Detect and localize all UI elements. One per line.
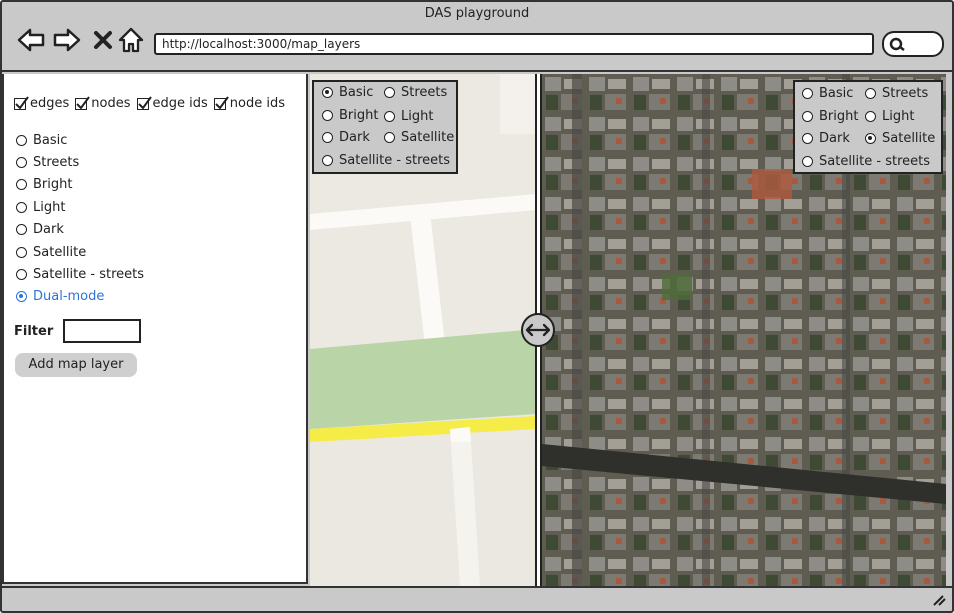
radio-bright[interactable]: Bright <box>16 174 144 196</box>
left-radio-light[interactable]: Light <box>384 109 433 124</box>
radio-streets[interactable]: Streets <box>16 151 144 173</box>
checkbox-edge-ids[interactable]: edge ids <box>136 95 208 111</box>
filter-input[interactable] <box>63 319 142 343</box>
search-field[interactable] <box>882 31 944 57</box>
layer-toggles: edges nodes edge ids node ids <box>14 95 285 111</box>
add-map-layer-button[interactable]: Add map layer <box>15 353 137 377</box>
filter-label: Filter <box>14 323 54 339</box>
resize-grip-icon[interactable] <box>932 594 946 610</box>
back-arrow-icon[interactable] <box>16 26 46 54</box>
filter-row: Filter <box>14 319 142 343</box>
radio-label: Dark <box>339 130 370 145</box>
right-radio-satellite-streets[interactable]: Satellite - streets <box>802 154 930 169</box>
radio-label: Streets <box>401 85 448 100</box>
radio-label: Satellite - streets <box>819 154 930 169</box>
radio-label: Satellite <box>401 130 455 145</box>
radio-label: Satellite <box>33 244 87 260</box>
status-bar-divider <box>2 586 952 588</box>
checkbox-label: nodes <box>91 96 131 111</box>
radio-label: Bright <box>339 108 379 123</box>
search-icon <box>889 37 905 51</box>
radio-label: Basic <box>819 86 854 101</box>
left-radio-basic[interactable]: Basic <box>322 85 373 100</box>
right-radio-light[interactable]: Light <box>865 109 914 124</box>
sidebar-panel: edges nodes edge ids node ids Basic Stre… <box>2 74 308 584</box>
home-icon[interactable] <box>116 26 146 54</box>
close-icon[interactable] <box>88 26 118 54</box>
radio-basic[interactable]: Basic <box>16 129 144 151</box>
radio-label: Light <box>401 109 434 124</box>
right-radio-dark[interactable]: Dark <box>802 131 850 146</box>
radio-label: Dark <box>819 131 850 146</box>
radio-label: Basic <box>339 85 374 100</box>
radio-label: Basic <box>33 132 68 148</box>
right-map-view[interactable]: Basic Streets Bright Light Dark Satellit… <box>542 74 946 586</box>
radio-label: Light <box>33 199 66 215</box>
radio-label: Light <box>882 109 915 124</box>
left-radio-satellite[interactable]: Satellite <box>384 130 454 145</box>
split-drag-handle[interactable] <box>521 313 555 347</box>
forward-arrow-icon[interactable] <box>52 26 82 54</box>
checkbox-edges[interactable]: edges <box>14 95 70 111</box>
radio-light[interactable]: Light <box>16 196 144 218</box>
radio-label: Bright <box>819 109 859 124</box>
right-radio-basic[interactable]: Basic <box>802 86 853 101</box>
radio-satellite[interactable]: Satellite <box>16 241 144 263</box>
radio-dual-mode[interactable]: Dual-mode <box>16 286 144 308</box>
browser-window: DAS playground http://localhost:3000/map… <box>0 0 954 613</box>
url-bar[interactable]: http://localhost:3000/map_layers <box>154 33 874 55</box>
radio-label: Dual-mode <box>33 289 105 305</box>
right-radio-satellite[interactable]: Satellite <box>865 131 935 146</box>
left-radio-streets[interactable]: Streets <box>384 85 447 100</box>
radio-label: Bright <box>33 177 73 193</box>
left-radio-bright[interactable]: Bright <box>322 108 378 123</box>
radio-label: Satellite - streets <box>33 267 144 283</box>
window-title: DAS playground <box>424 6 530 21</box>
radio-label: Satellite - streets <box>339 153 450 168</box>
radio-dark[interactable]: Dark <box>16 219 144 241</box>
left-map-view[interactable]: Basic Streets Bright Light Dark Satellit… <box>310 74 536 586</box>
layer-radio-group: Basic Streets Bright Light Dark Satellit… <box>16 129 144 308</box>
checkbox-label: node ids <box>229 96 285 111</box>
checkbox-label: edges <box>30 96 70 111</box>
radio-label: Satellite <box>882 131 936 146</box>
right-map-layer-picker: Basic Streets Bright Light Dark Satellit… <box>793 80 943 174</box>
right-radio-streets[interactable]: Streets <box>865 86 928 101</box>
radio-satellite-streets[interactable]: Satellite - streets <box>16 263 144 285</box>
radio-label: Streets <box>33 155 80 171</box>
checkbox-nodes[interactable]: nodes <box>75 95 131 111</box>
checkbox-label: edge ids <box>152 96 208 111</box>
toolbar-divider <box>2 70 952 72</box>
right-radio-bright[interactable]: Bright <box>802 109 858 124</box>
checkbox-node-ids[interactable]: node ids <box>213 95 285 111</box>
radio-label: Dark <box>33 222 64 238</box>
double-arrow-icon <box>525 323 551 337</box>
left-radio-satellite-streets[interactable]: Satellite - streets <box>322 153 450 168</box>
left-map-layer-picker: Basic Streets Bright Light Dark Satellit… <box>312 80 458 174</box>
radio-label: Streets <box>882 86 929 101</box>
left-radio-dark[interactable]: Dark <box>322 130 370 145</box>
